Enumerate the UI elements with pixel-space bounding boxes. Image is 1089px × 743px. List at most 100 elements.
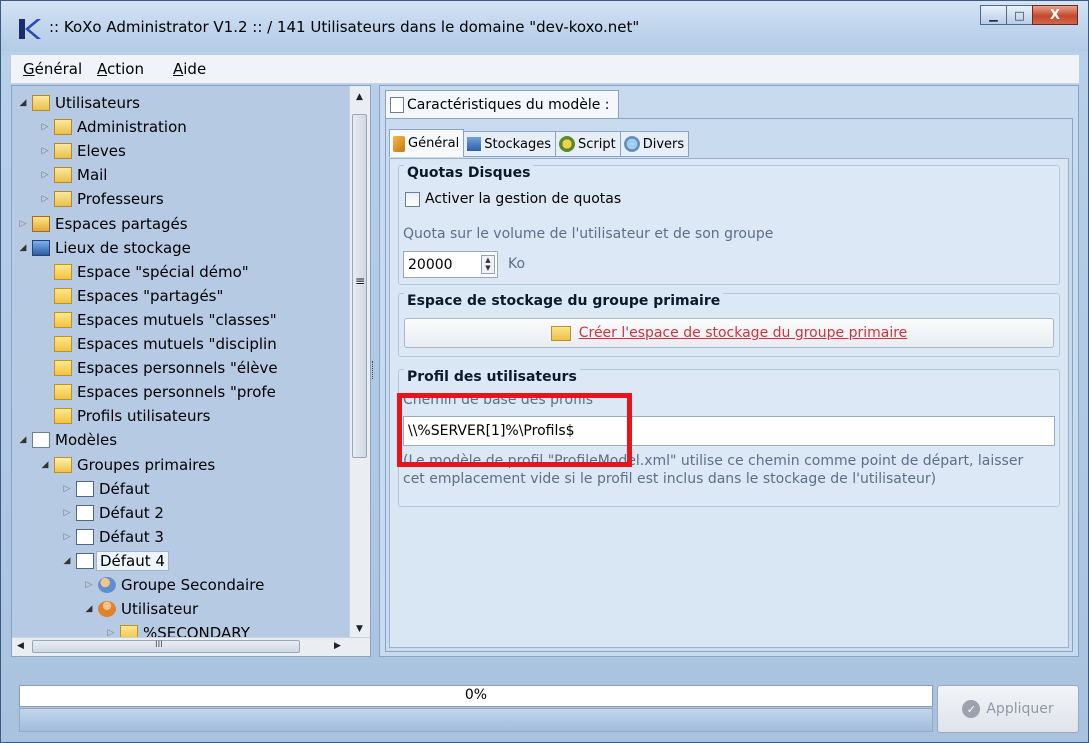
expand-arrow-icon[interactable]: ▷ (38, 146, 52, 156)
scroll-left-icon[interactable]: ◀ (17, 641, 24, 651)
tree-item[interactable]: ▷ Administration (38, 115, 187, 139)
tree-item[interactable]: ▷ Professeurs (38, 187, 164, 211)
tree-item[interactable]: ◢ Utilisateurs (16, 91, 140, 115)
close-icon: X (1049, 7, 1061, 23)
tree-item-label: Profils utilisateurs (77, 407, 211, 426)
tab-general[interactable]: Général (389, 129, 465, 157)
collapse-arrow-icon[interactable]: ◢ (16, 243, 30, 253)
collapse-arrow-icon[interactable]: ◢ (16, 98, 30, 108)
minimize-button[interactable]: ▁ (980, 5, 1007, 25)
collapse-arrow-icon[interactable]: ◢ (16, 435, 30, 445)
scroll-right-icon[interactable]: ▶ (334, 641, 341, 651)
scroll-up-icon[interactable]: ▲ (356, 92, 363, 102)
tree-item-label: Espaces personnels "élève (77, 359, 278, 378)
tree-item[interactable]: ▷ Défaut 2 (60, 501, 164, 525)
expand-arrow-icon[interactable]: ▷ (60, 532, 74, 542)
menu-general[interactable]: Général (23, 60, 82, 78)
folder-open-icon (54, 456, 72, 473)
tab-stockages[interactable]: Stockages (463, 131, 556, 157)
minimize-icon: ▁ (989, 8, 998, 22)
folder-icon (54, 287, 72, 304)
tree-item[interactable]: ▷ Défaut (60, 477, 150, 501)
expand-arrow-icon[interactable]: ▷ (38, 194, 52, 204)
expand-arrow-icon[interactable]: ▷ (82, 580, 96, 590)
maximize-button[interactable]: □ (1006, 5, 1033, 25)
tree-item[interactable]: Profils utilisateurs (38, 404, 211, 428)
general-tab-content: Quotas Disques Activer la gestion de quo… (389, 158, 1069, 648)
expand-arrow-icon[interactable]: ▷ (38, 122, 52, 132)
tree-item-label: Groupe Secondaire (121, 576, 265, 594)
general-icon (393, 135, 405, 152)
folder-users-icon (32, 95, 50, 111)
details-panel: Caractéristiques du modèle : Général Sto… (379, 85, 1079, 657)
tree-item[interactable]: Espaces mutuels "classes" (38, 308, 277, 332)
tree-item[interactable]: ◢ Modèles (16, 428, 118, 452)
outer-tab-label: Caractéristiques du modèle : (407, 96, 610, 113)
tree-item-label: Espaces mutuels "classes" (77, 310, 277, 329)
scroll-down-icon[interactable]: ▼ (356, 624, 363, 634)
tree-item-label: Administration (77, 118, 187, 137)
tab-divers-label: Divers (642, 136, 685, 152)
create-primary-storage-button[interactable]: Créer l'espace de stockage du groupe pri… (404, 318, 1054, 348)
koxo-logo-icon (19, 19, 41, 39)
tree-item[interactable]: ▷ Eleves (38, 139, 126, 163)
folder-icon (54, 408, 72, 425)
tree-item[interactable]: Espaces mutuels "disciplin (38, 332, 277, 356)
folder-icon (550, 325, 571, 341)
tab-script[interactable]: Script (554, 131, 621, 157)
tree-hscroll-thumb[interactable]: III (32, 640, 300, 653)
menu-aide[interactable]: Aide (173, 60, 206, 78)
menu-action[interactable]: Action (97, 60, 144, 78)
hscroll-grip-icon: III (155, 640, 163, 650)
app-window: :: KoXo Administrator V1.2 :: / 141 Util… (0, 0, 1089, 743)
tree-item[interactable]: ▷ Groupe Secondaire (82, 573, 265, 597)
misc-icon (623, 136, 640, 152)
expand-arrow-icon[interactable]: ▷ (38, 170, 52, 180)
window-title: :: KoXo Administrator V1.2 :: / 141 Util… (49, 18, 640, 36)
tree-item[interactable]: ▷ Mail (38, 163, 108, 187)
tab-divers[interactable]: Divers (619, 131, 690, 157)
collapse-arrow-icon[interactable]: ◢ (38, 460, 52, 470)
tree-item[interactable]: ◢ Utilisateur (82, 597, 199, 621)
title-bar[interactable]: :: KoXo Administrator V1.2 :: / 141 Util… (1, 1, 1088, 51)
tree-item[interactable]: ▷ Espaces partagés (16, 212, 188, 236)
quotas-section: Quotas Disques Activer la gestion de quo… (398, 165, 1060, 285)
tab-general-label: Général (408, 136, 460, 151)
profiles-path-input[interactable]: \\%SERVER[1]%\Profils$ (403, 416, 1055, 446)
tree-item[interactable]: Espaces personnels "élève (38, 356, 278, 380)
collapse-arrow-icon[interactable]: ◢ (82, 604, 96, 614)
quota-spinner[interactable]: 20000 ▲ ▼ (403, 251, 498, 278)
tree-horizontal-scrollbar[interactable]: ◀ III ▶ (12, 637, 370, 656)
tree-vertical-scrollbar[interactable]: ▲ ≡ ▼ (349, 86, 370, 639)
panel-splitter[interactable] (372, 361, 376, 379)
quota-unit: Ko (508, 256, 526, 272)
progress-bar: 0% (19, 685, 933, 707)
model-doc-icon (76, 552, 94, 569)
close-button[interactable]: X (1032, 5, 1078, 25)
folder-group-icon (54, 143, 72, 160)
spinner-arrows-icon[interactable]: ▲ ▼ (481, 255, 495, 274)
quota-checkbox[interactable] (405, 192, 420, 207)
tree-item[interactable]: Espaces personnels "profe (38, 380, 276, 404)
profiles-section: Profil des utilisateurs Chemin de base d… (398, 369, 1060, 507)
scroll-grip-icon: ≡ (355, 274, 366, 288)
expand-arrow-icon[interactable]: ▷ (60, 484, 74, 494)
expand-arrow-icon[interactable]: ▷ (16, 219, 30, 229)
tree-item[interactable]: ◢ Défaut 4 (60, 549, 169, 573)
tree-item[interactable]: ◢ Groupes primaires (38, 453, 216, 477)
tree-item[interactable]: ▷ Défaut 3 (60, 525, 164, 549)
tree-item-label: Espaces partagés (55, 214, 188, 233)
inner-tabs: Général Stockages Script Divers (389, 129, 690, 157)
tree-item-label: Modèles (55, 431, 118, 450)
storage-icon (32, 239, 50, 256)
tab-model-characteristics[interactable]: Caractéristiques du modèle : (385, 90, 619, 118)
tree-item-label: Mail (77, 166, 108, 185)
expand-arrow-icon[interactable]: ▷ (60, 508, 74, 518)
tree-item[interactable]: Espace "spécial démo" (38, 260, 249, 284)
tree-item[interactable]: Espaces "partagés" (38, 284, 223, 308)
collapse-arrow-icon[interactable]: ◢ (60, 556, 74, 566)
folder-group-icon (54, 191, 72, 208)
apply-button[interactable]: ✓ Appliquer (937, 685, 1079, 733)
tree-item-label: Défaut 4 (96, 550, 169, 571)
tree-item[interactable]: ◢ Lieux de stockage (16, 236, 191, 260)
